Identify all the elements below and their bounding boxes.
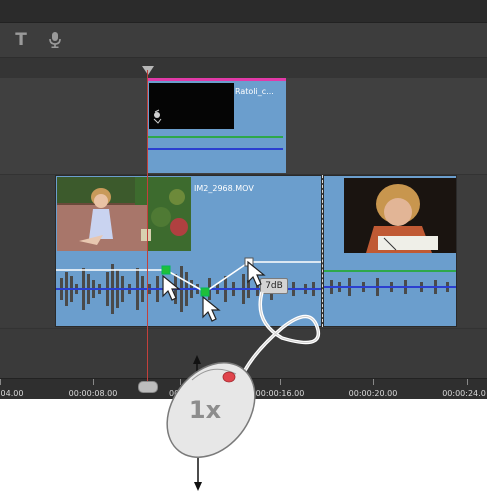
cursor-icon [202,295,221,322]
instruction-overlay [162,260,321,491]
cursor-icon [162,274,181,301]
click-count-badge: 1x [188,396,222,424]
cursor-icon [247,260,266,287]
